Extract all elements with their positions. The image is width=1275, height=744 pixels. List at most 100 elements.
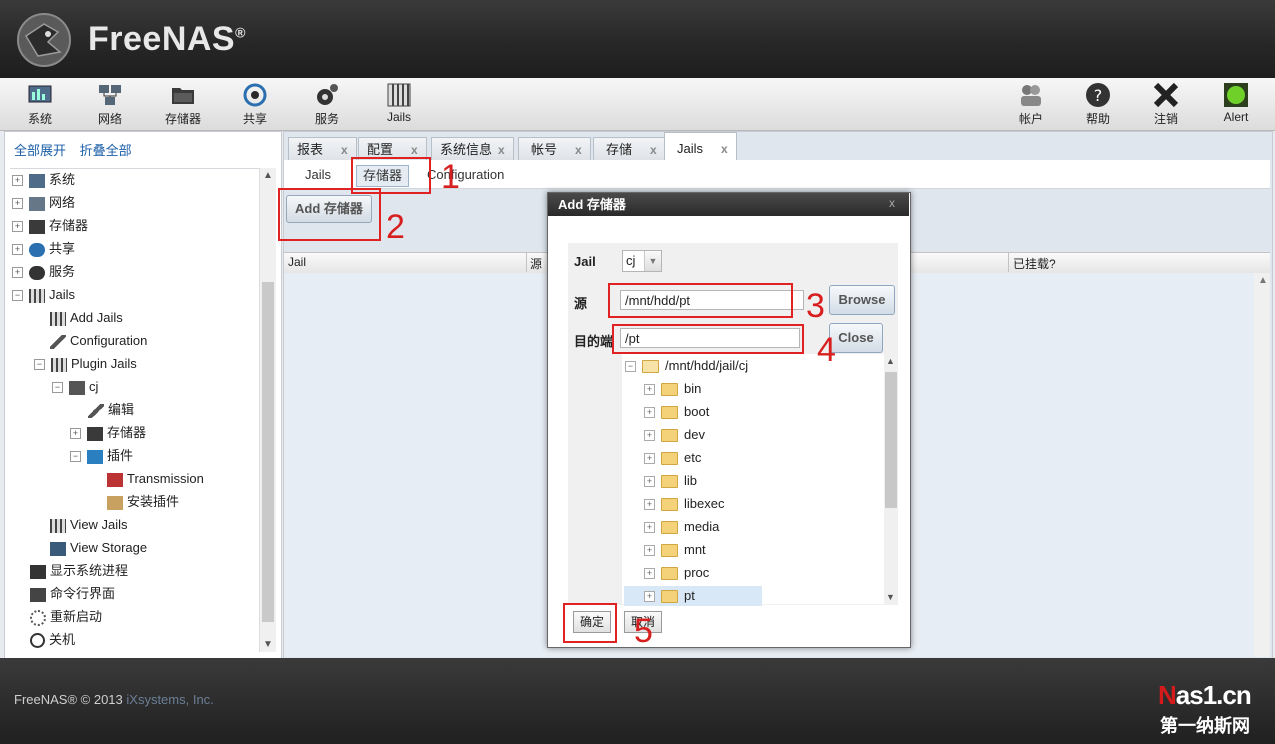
tree-item-configuration[interactable]: Configuration <box>50 331 147 351</box>
toolbar-jails-button[interactable]: Jails <box>369 80 429 128</box>
toolbar-system-button[interactable]: 系统 <box>10 80 70 128</box>
tab-jails[interactable]: Jails x <box>664 132 737 161</box>
dir-node[interactable]: + libexec <box>644 494 762 514</box>
tree-item-install-plugin[interactable]: 安装插件 <box>107 492 179 512</box>
tree-item-system[interactable]: + 系统 <box>12 170 75 190</box>
tree-item-reboot[interactable]: 重新启动 <box>30 607 102 627</box>
scrollbar-thumb[interactable] <box>262 282 274 622</box>
dir-node-selected[interactable]: + pt <box>624 586 762 606</box>
tree-item-plugins[interactable]: − 插件 <box>70 446 133 466</box>
tree-item-services[interactable]: + 服务 <box>12 262 75 282</box>
dir-node[interactable]: + boot <box>644 402 762 422</box>
tab-system-info[interactable]: 系统信息 x <box>431 137 514 160</box>
dir-node[interactable]: + bin <box>644 379 762 399</box>
toolbar-logout-button[interactable]: 注销 <box>1136 80 1196 128</box>
scroll-up-icon[interactable]: ▲ <box>1258 275 1268 286</box>
expand-icon[interactable]: + <box>644 407 655 419</box>
dir-node-root[interactable]: − /mnt/hdd/jail/cj <box>625 356 748 376</box>
collapse-all-link[interactable]: 折叠全部 <box>80 143 132 158</box>
grid-scrollbar[interactable]: ▲ <box>1254 273 1270 657</box>
close-icon[interactable]: x <box>341 143 348 157</box>
subtab-jails[interactable]: Jails <box>299 165 337 185</box>
expand-icon[interactable]: + <box>644 499 655 511</box>
close-icon[interactable]: x <box>889 196 895 210</box>
subtab-configuration[interactable]: Configuration <box>421 165 510 185</box>
expand-icon[interactable]: + <box>644 430 655 442</box>
tree-item-processes[interactable]: 显示系统进程 <box>30 561 128 581</box>
chevron-down-icon[interactable]: ▼ <box>644 251 661 271</box>
close-browser-button[interactable]: Close <box>829 323 883 353</box>
close-icon[interactable]: x <box>575 143 582 157</box>
collapse-icon[interactable]: − <box>625 361 636 373</box>
toolbar-storage-button[interactable]: 存储器 <box>153 80 213 128</box>
close-icon[interactable]: x <box>650 143 657 157</box>
tree-item-plugin-jails[interactable]: − Plugin Jails <box>34 354 137 374</box>
expand-icon[interactable]: + <box>70 428 81 440</box>
column-header-jail[interactable]: Jail <box>288 255 306 269</box>
tree-item-edit[interactable]: 编辑 <box>88 400 134 420</box>
expand-icon[interactable]: + <box>12 198 23 210</box>
company-link[interactable]: iXsystems, Inc. <box>126 692 213 707</box>
collapse-icon[interactable]: − <box>34 359 45 371</box>
scroll-up-icon[interactable]: ▲ <box>263 170 273 181</box>
tree-item-label: Jails <box>49 287 76 302</box>
expand-icon[interactable]: + <box>644 568 655 580</box>
dir-node[interactable]: + etc <box>644 448 762 468</box>
tree-item-view-jails[interactable]: View Jails <box>50 515 128 535</box>
toolbar-network-button[interactable]: 网络 <box>80 80 140 128</box>
expand-icon[interactable]: + <box>12 244 23 256</box>
column-header-mounted[interactable]: 已挂载? <box>1013 255 1056 272</box>
expand-icon[interactable]: + <box>644 522 655 534</box>
expand-icon[interactable]: + <box>644 545 655 557</box>
toolbar-alert-button[interactable]: Alert <box>1206 80 1266 128</box>
expand-icon[interactable]: + <box>644 384 655 396</box>
tab-accounts[interactable]: 帐号 x <box>518 137 591 160</box>
toolbar-services-button[interactable]: 服务 <box>297 80 357 128</box>
tree-item-shutdown[interactable]: 关机 <box>30 630 75 650</box>
tree-item-jail-storage[interactable]: + 存储器 <box>70 423 146 443</box>
tree-item-cj[interactable]: − cj <box>52 377 98 397</box>
dialog-titlebar[interactable]: Add 存储器 <box>548 193 909 216</box>
tree-item-jails[interactable]: − Jails <box>12 285 75 305</box>
jail-select[interactable]: cj ▼ <box>622 250 662 272</box>
browse-button[interactable]: Browse <box>829 285 895 315</box>
toolbar-help-button[interactable]: ? 帮助 <box>1068 80 1128 128</box>
dir-node[interactable]: + media <box>644 517 762 537</box>
toolbar-share-button[interactable]: 共享 <box>225 80 285 128</box>
dir-node[interactable]: + lib <box>644 471 762 491</box>
expand-icon[interactable]: + <box>12 175 23 187</box>
close-icon[interactable]: x <box>721 142 728 156</box>
collapse-icon[interactable]: − <box>70 451 81 463</box>
scroll-up-icon[interactable]: ▲ <box>886 356 895 366</box>
expand-icon[interactable]: + <box>644 476 655 488</box>
tab-reports[interactable]: 报表 x <box>288 137 357 160</box>
dir-node[interactable]: + mnt <box>644 540 762 560</box>
tab-storage[interactable]: 存储 x <box>593 137 666 160</box>
collapse-icon[interactable]: − <box>12 290 23 302</box>
expand-all-link[interactable]: 全部展开 <box>14 143 66 158</box>
dir-node[interactable]: + proc <box>644 563 762 583</box>
expand-icon[interactable]: + <box>644 453 655 465</box>
tree-item-shell[interactable]: 命令行界面 <box>30 584 115 604</box>
close-icon[interactable]: x <box>498 143 505 157</box>
directory-scrollbar[interactable]: ▲ ▼ <box>884 354 898 604</box>
tree-item-add-jails[interactable]: Add Jails <box>50 308 123 328</box>
tree-item-storage[interactable]: + 存储器 <box>12 216 88 236</box>
close-icon[interactable]: x <box>411 143 418 157</box>
tree-item-network[interactable]: + 网络 <box>12 193 75 213</box>
dir-node[interactable]: + dev <box>644 425 762 445</box>
scroll-down-icon[interactable]: ▼ <box>263 639 273 650</box>
tree-item-transmission[interactable]: Transmission <box>107 469 204 489</box>
tree-item-share[interactable]: + 共享 <box>12 239 75 259</box>
scrollbar-thumb[interactable] <box>885 372 897 508</box>
tree-item-view-storage[interactable]: View Storage <box>50 538 147 558</box>
expand-icon[interactable]: + <box>12 267 23 279</box>
sidebar-scrollbar[interactable]: ▲ ▼ <box>259 168 276 652</box>
toolbar-account-button[interactable]: 帐户 <box>1001 80 1061 128</box>
expand-icon[interactable]: + <box>644 591 655 603</box>
column-header-source[interactable]: 源 <box>530 255 542 272</box>
collapse-icon[interactable]: − <box>52 382 63 394</box>
services-icon <box>29 265 45 280</box>
scroll-down-icon[interactable]: ▼ <box>886 592 895 602</box>
expand-icon[interactable]: + <box>12 221 23 233</box>
